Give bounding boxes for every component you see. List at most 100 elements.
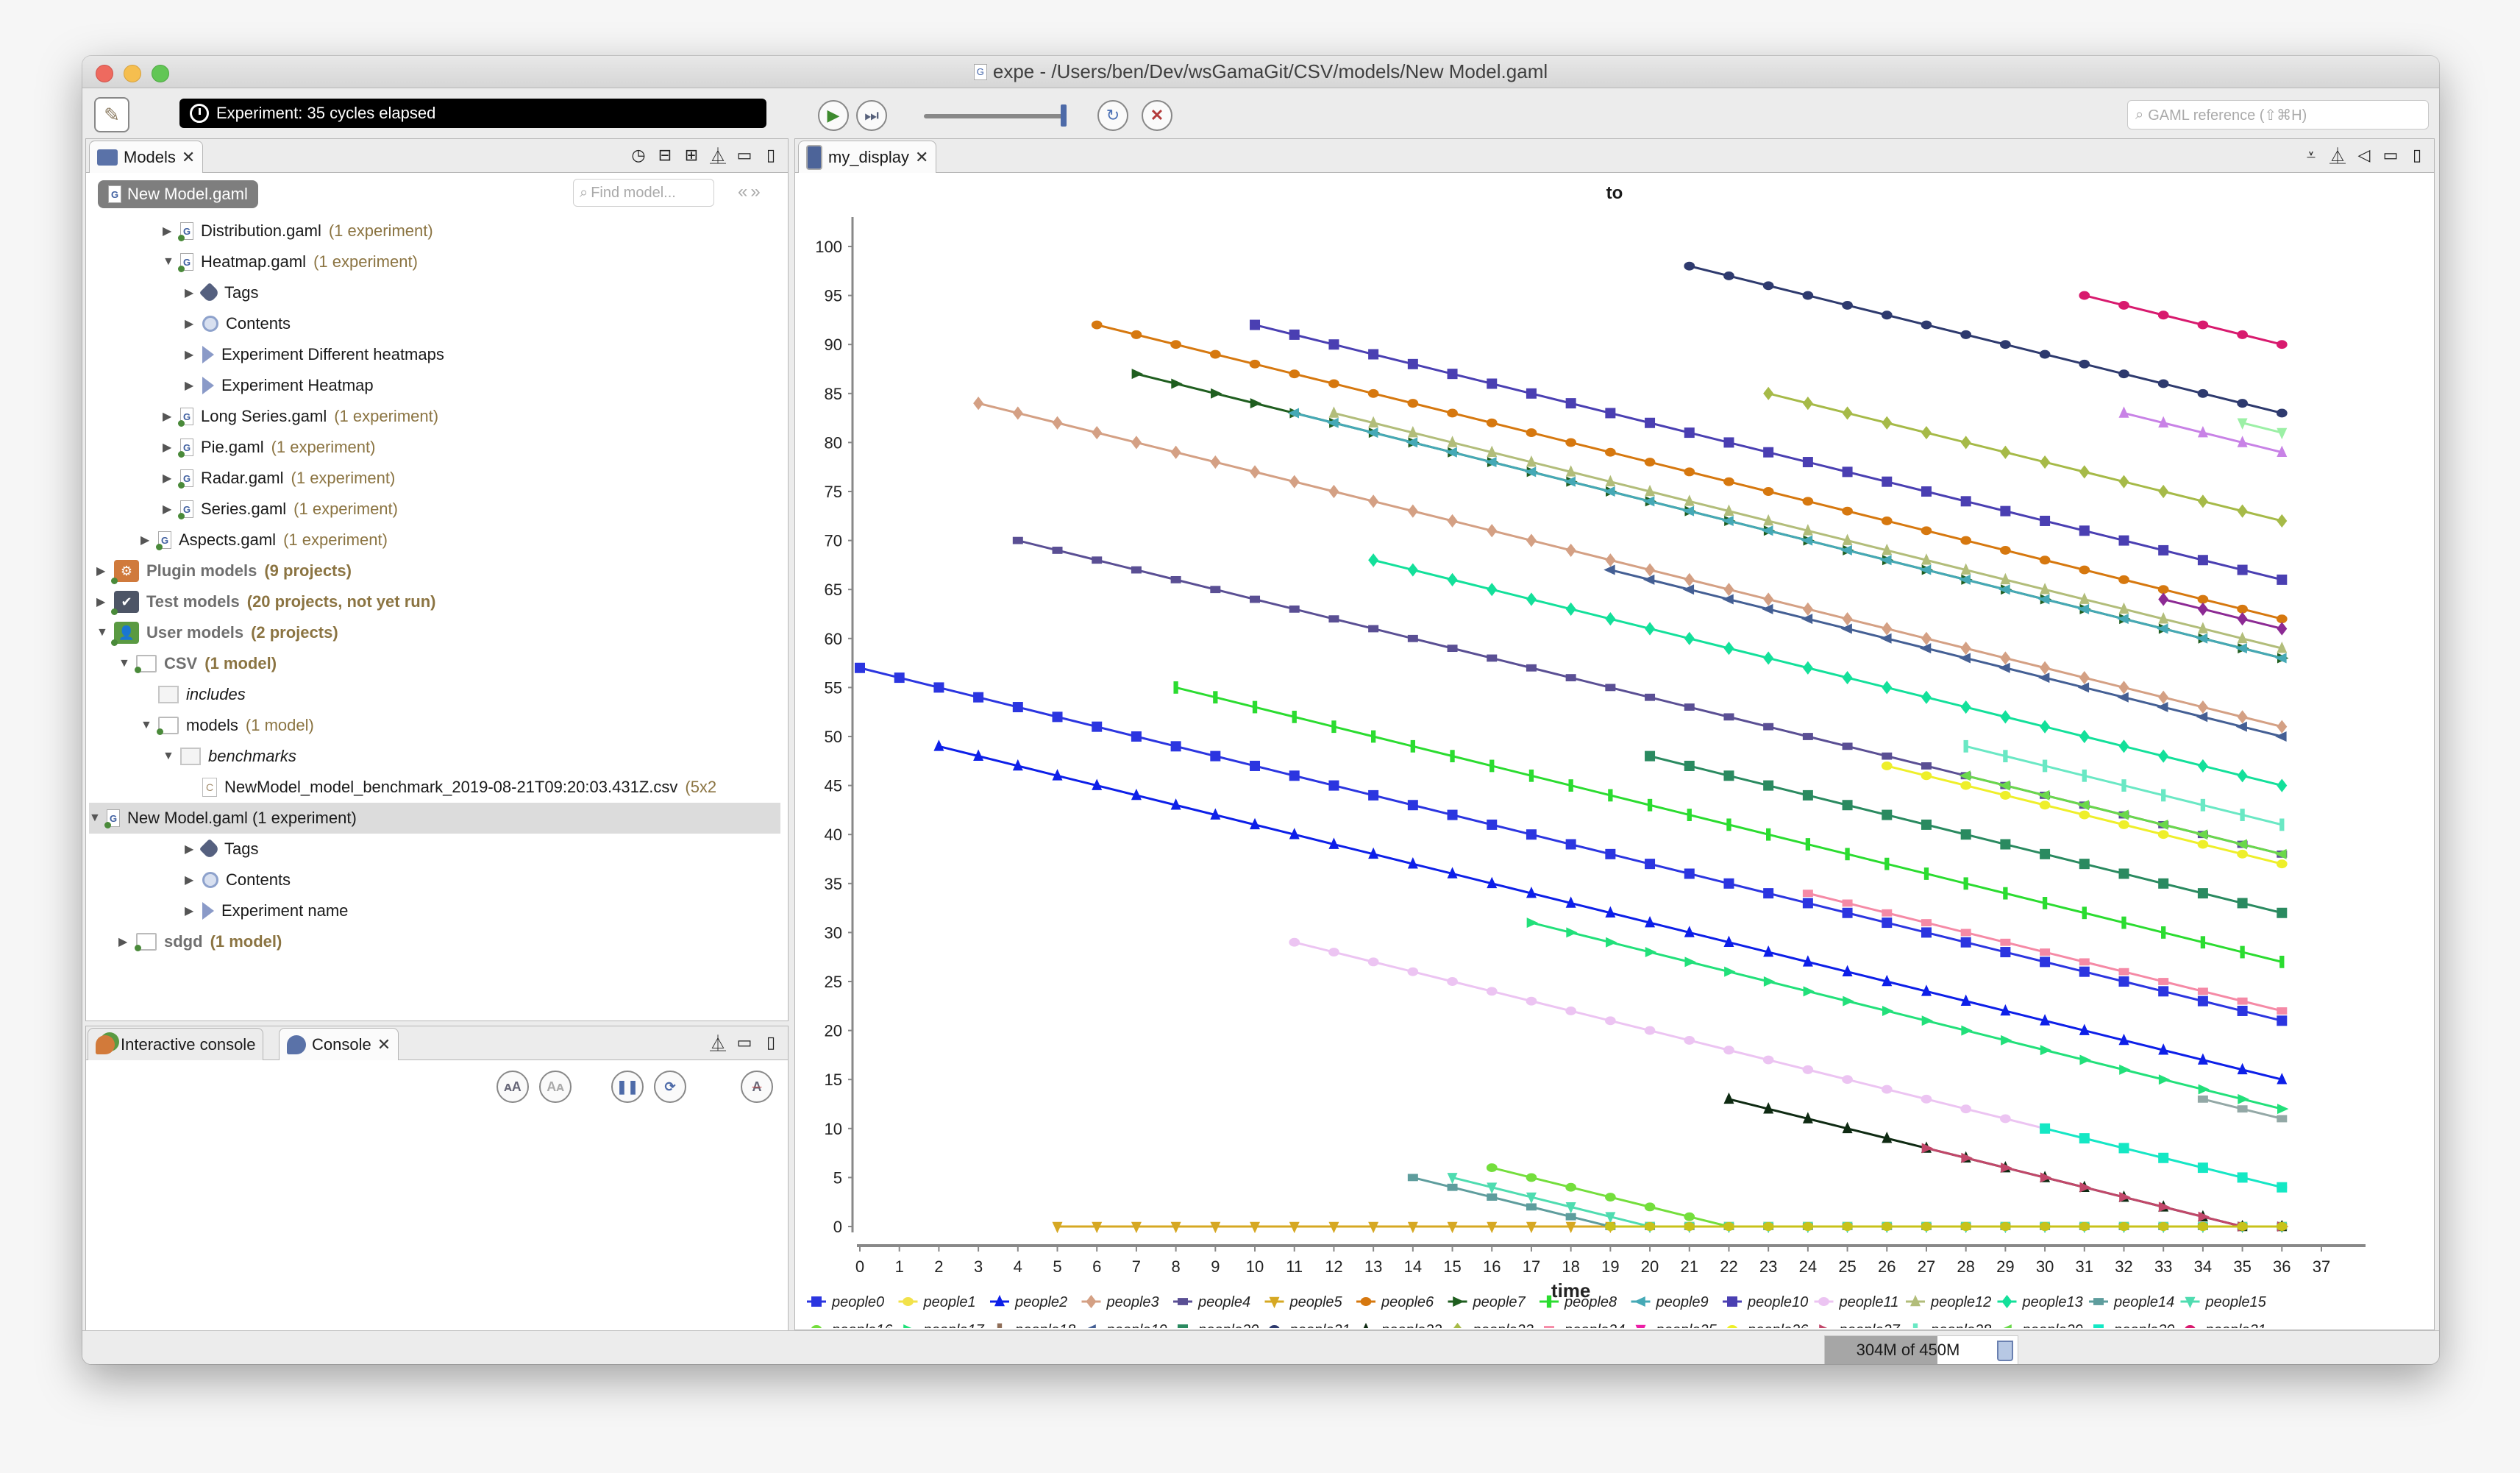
tree-item[interactable]: C NewModel_model_benchmark_2019-08-21T09:… [185,772,716,803]
run-button[interactable]: ▶ [818,100,849,131]
view-menu-icon[interactable]: ⏅ [2328,145,2347,166]
close-tab-icon[interactable]: ✕ [182,148,195,167]
expand-arrow-icon[interactable]: ▶ [185,904,195,918]
increase-font-button[interactable]: ᴀA [496,1071,529,1103]
collapse-arrow-icon[interactable]: ▼ [140,719,152,732]
maximize-panel-icon[interactable]: ▯ [761,1032,780,1053]
expand-arrow-icon[interactable]: ▶ [96,564,107,578]
x-tick-label: 17 [1523,1257,1540,1276]
expand-arrow-icon[interactable]: ▶ [140,533,151,547]
tab-models[interactable]: Models ✕ [89,141,204,173]
expand-arrow-icon[interactable]: ▶ [185,842,195,856]
tab-my-display[interactable]: my_display ✕ [798,141,937,173]
tab-interactive-console[interactable]: Interactive console [88,1028,264,1060]
step-button[interactable]: ⏭ [856,100,887,131]
tree-item[interactable]: ▼ G New Model.gaml (1 experiment) [89,803,780,834]
stop-button[interactable]: ✕ [1142,100,1172,131]
tree-item[interactable]: ▶ Tags [185,834,258,865]
tree-item[interactable]: ▶ Tags [185,277,258,308]
view-menu-icon[interactable]: ⏅ [708,1032,727,1053]
tree-item[interactable]: ▶ G Pie.gaml (1 experiment) [163,432,375,463]
data-point-people28 [2082,769,2087,782]
expand-arrow-icon[interactable]: ▶ [185,347,195,362]
history-icon[interactable]: ◷ [629,145,648,166]
expand-arrow-icon[interactable]: ▶ [163,440,173,455]
speed-slider-track[interactable] [924,114,1064,118]
minimize-panel-icon[interactable]: ▭ [2381,145,2400,166]
gaml-reference-search[interactable]: ⌕ GAML reference (⇧⌘H) [2127,100,2429,129]
speed-slider-knob[interactable] [1061,104,1067,127]
refresh-console-button[interactable]: ⟳ [654,1071,686,1103]
tree-item[interactable]: ▶ G Distribution.gaml (1 experiment) [163,216,433,246]
tree-item-label: includes [186,685,246,703]
expand-arrow-icon[interactable]: ▶ [163,409,173,424]
previous-result-icon[interactable]: « [738,182,750,202]
expand-arrow-icon[interactable]: ▶ [163,471,173,486]
tab-console[interactable]: Console ✕ [279,1028,399,1060]
maximize-panel-icon[interactable]: ▯ [761,145,780,166]
collapse-all-icon[interactable]: ⊟ [655,145,675,166]
tree-item[interactable]: ▶ G Aspects.gaml (1 experiment) [140,525,388,556]
experiment-status[interactable]: Experiment: 35 cycles elapsed [179,99,766,128]
tree-item[interactable]: ▶ ✔ Test models (20 projects, not yet run) [96,586,435,617]
clear-console-button[interactable]: A [741,1071,773,1103]
tree-item[interactable]: ▶ ⚙ Plugin models (9 projects) [96,556,352,586]
display-menu-icon[interactable]: ⩡ [2302,145,2321,166]
memory-indicator[interactable]: 304M of 450M [1824,1335,2018,1364]
data-point-people10 [1723,437,1734,448]
tree-item[interactable]: ▶ Contents [185,308,291,339]
reload-button[interactable]: ↻ [1097,100,1128,131]
expand-arrow-icon[interactable]: ▶ [118,934,129,949]
tree-item[interactable]: ▶ Experiment Different heatmaps [185,339,444,370]
close-tab-icon[interactable]: ✕ [377,1035,391,1054]
data-point-people3 [1012,406,1023,420]
find-model-input[interactable]: ⌕ Find model... [573,179,714,207]
tree-item[interactable]: ▶ sdgd (1 model) [118,926,282,957]
pause-console-button[interactable]: ❚❚ [611,1071,644,1103]
tree-item[interactable]: ▶ G Series.gaml (1 experiment) [163,494,398,525]
minimize-panel-icon[interactable]: ▭ [735,1032,754,1053]
tree-item[interactable]: ▼ benchmarks [163,741,296,772]
collapse-arrow-icon[interactable]: ▼ [89,812,101,825]
gaml-file-icon: G [156,531,171,550]
tree-item[interactable]: ▼ CSV (1 model) [118,648,277,679]
zoom-window-button[interactable] [152,65,169,82]
collapse-arrow-icon[interactable]: ▼ [96,626,108,639]
expand-arrow-icon[interactable]: ▶ [185,378,195,393]
tree-item[interactable]: ▶ Contents [185,865,291,895]
series-chart[interactable]: 0510152025303540455055606570758085909510… [795,173,2434,1328]
data-point-people9 [1367,427,1378,439]
minimize-window-button[interactable] [124,65,141,82]
expand-arrow-icon[interactable]: ▶ [185,285,195,300]
minimize-panel-icon[interactable]: ▭ [735,145,754,166]
tree-item[interactable]: ▶ G Radar.gaml (1 experiment) [163,463,395,494]
view-menu-icon[interactable]: ⏅ [708,145,727,166]
toggle-overlay-icon[interactable]: ◁ [2355,145,2374,166]
data-point-people4 [1368,625,1379,633]
next-result-icon[interactable]: » [750,182,763,202]
close-tab-icon[interactable]: ✕ [915,148,928,167]
trash-icon[interactable] [1997,1341,2013,1361]
tree-item[interactable]: ▼ G Heatmap.gaml (1 experiment) [163,246,418,277]
data-point-people10 [1882,476,1893,487]
expand-arrow-icon[interactable]: ▶ [163,224,173,238]
tree-item[interactable]: ▶ Experiment name [185,895,348,926]
maximize-panel-icon[interactable]: ▯ [2407,145,2427,166]
edit-perspective-button[interactable]: ✎ [94,97,129,132]
expand-arrow-icon[interactable]: ▶ [96,594,107,609]
tree-item[interactable]: ▶ Experiment Heatmap [185,370,374,401]
tree-item[interactable]: ▼ models (1 model) [140,710,314,741]
expand-arrow-icon[interactable]: ▶ [185,316,195,331]
expand-arrow-icon[interactable]: ▶ [185,873,195,887]
close-window-button[interactable] [96,65,113,82]
collapse-arrow-icon[interactable]: ▼ [118,657,130,670]
tree-item[interactable]: ▶ G Long Series.gaml (1 experiment) [163,401,438,432]
tree-item[interactable]: includes [140,679,246,710]
expand-all-icon[interactable]: ⊞ [682,145,701,166]
breadcrumb[interactable]: G New Model.gaml [98,180,258,208]
collapse-arrow-icon[interactable]: ▼ [163,255,174,269]
expand-arrow-icon[interactable]: ▶ [163,502,173,517]
tree-item[interactable]: ▼ 👤 User models (2 projects) [96,617,338,648]
collapse-arrow-icon[interactable]: ▼ [163,750,174,763]
decrease-font-button[interactable]: Aᴀ [539,1071,572,1103]
